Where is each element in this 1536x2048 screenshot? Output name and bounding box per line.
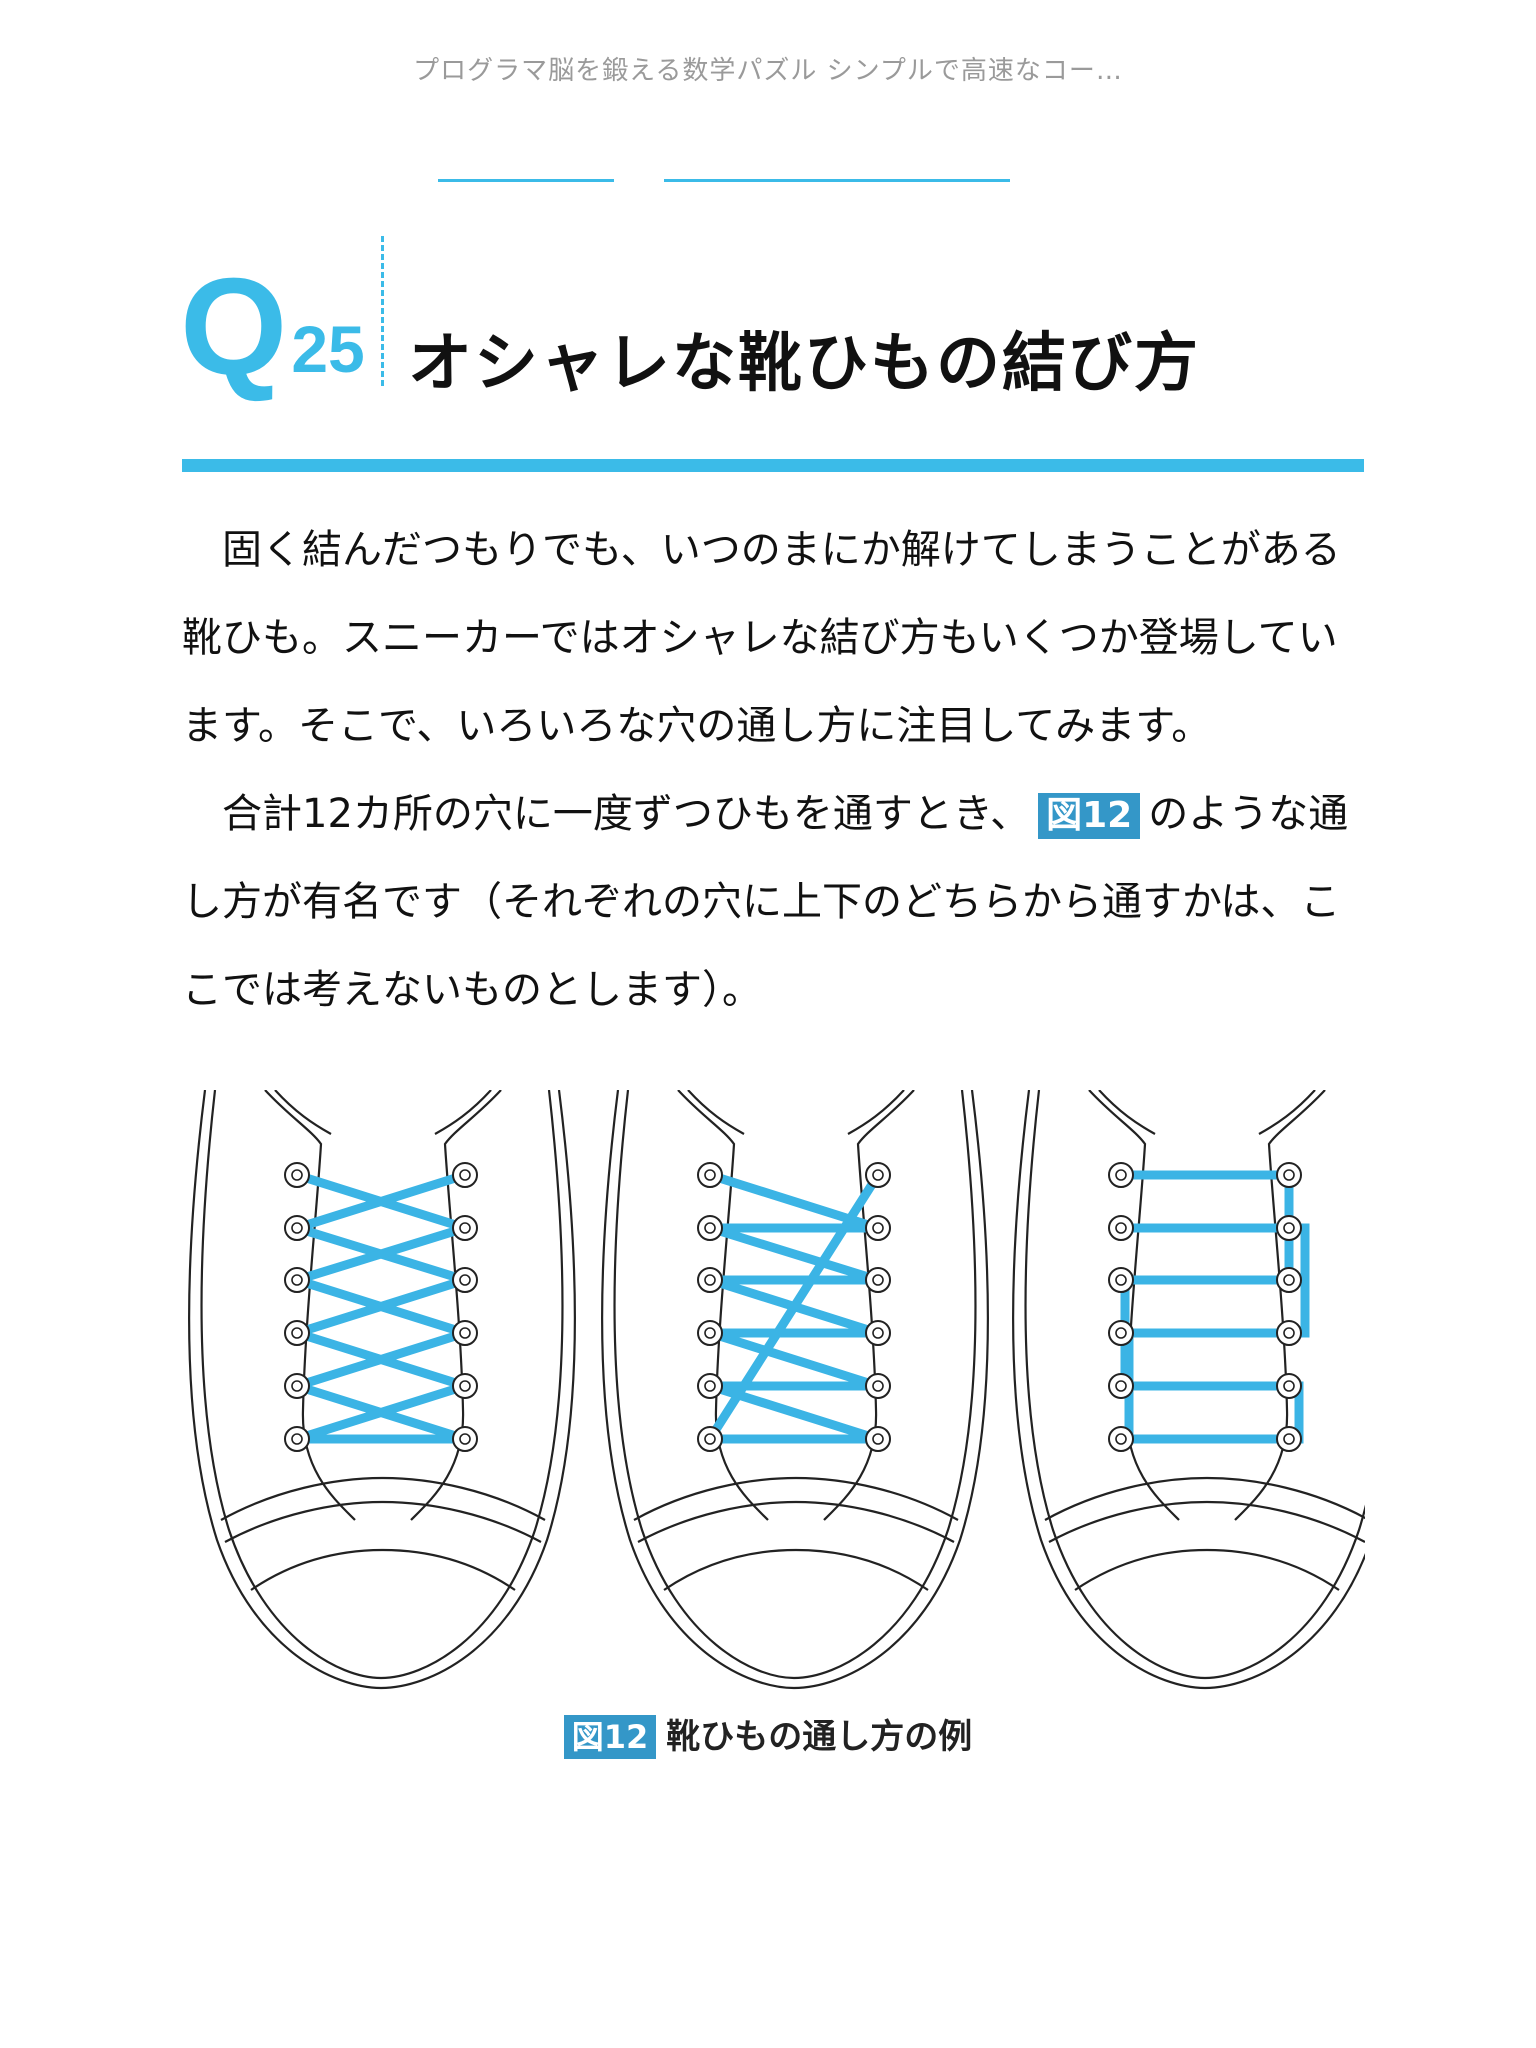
- eyelet-hole: [1115, 1433, 1127, 1445]
- shoe-collar-right: [1258, 1090, 1316, 1135]
- shoe-sole-inner: [200, 1090, 564, 1680]
- eyelet-hole: [1283, 1169, 1295, 1181]
- eyelet-hole: [291, 1274, 303, 1286]
- eyelet-hole: [872, 1222, 884, 1234]
- paragraph-1: 固く結んだつもりでも、いつのまにか解けてしまうことがある靴ひも。スニーカーではオ…: [182, 527, 1341, 749]
- eyelet-hole: [1283, 1380, 1295, 1392]
- shoe-vamp-line-2: [637, 1500, 955, 1543]
- shoe-right-quarter: [410, 1090, 502, 1521]
- paragraph-2: 合計12カ所の穴に一度ずつひもを通すとき、 図12 のような通し方が有名です（それぞ…: [182, 770, 1366, 1034]
- shoe-vamp-line: [1044, 1476, 1365, 1521]
- shoe-left-quarter: [677, 1090, 769, 1521]
- shoe-toe-cap: [1074, 1548, 1340, 1591]
- question-title: オシャレな靴ひもの結び方: [408, 327, 1200, 401]
- laces: [291, 1168, 1310, 1445]
- eyelet-hole: [1115, 1274, 1127, 1286]
- figure-tag: 図12: [563, 1715, 657, 1759]
- title-divider: [381, 236, 384, 386]
- figure-caption-text: 靴ひもの通し方の例: [666, 1717, 973, 1757]
- eyelet-hole: [291, 1169, 303, 1181]
- eyelet-hole: [291, 1433, 303, 1445]
- eyelet-hole: [872, 1433, 884, 1445]
- shoe-left-quarter: [1088, 1090, 1180, 1521]
- eyelet-hole: [704, 1327, 716, 1339]
- shoe-vamp-line-2: [224, 1500, 542, 1543]
- figure-ref-badge: 図12: [1038, 793, 1141, 839]
- shoelace-figure: [188, 1090, 1365, 1690]
- shoe-left-quarter: [264, 1090, 356, 1521]
- header-tab-line-1: [438, 179, 614, 182]
- shoe-collar-right: [434, 1090, 492, 1135]
- eyelet-hole: [459, 1222, 471, 1234]
- paragraph-2-start: 合計12カ所の穴に一度ずつひもを通すとき、: [222, 791, 1031, 837]
- lace-path: [701, 1168, 885, 1444]
- header-tab-line-2: [664, 179, 1010, 182]
- body-text: 固く結んだつもりでも、いつのまにか解けてしまうことがある靴ひも。スニーカーではオ…: [182, 506, 1366, 1034]
- eyelet-hole: [872, 1274, 884, 1286]
- eyelet-hole: [459, 1380, 471, 1392]
- eyelet-hole: [704, 1380, 716, 1392]
- question-letter: Q: [180, 250, 288, 404]
- eyelet-hole: [459, 1327, 471, 1339]
- shoe-toe-cap: [250, 1548, 516, 1591]
- eyelet-hole: [872, 1327, 884, 1339]
- eyelet-hole: [291, 1327, 303, 1339]
- eyelet-hole: [1115, 1169, 1127, 1181]
- shoe-right-quarter: [823, 1090, 915, 1521]
- eyelet-hole: [704, 1222, 716, 1234]
- eyelet-hole: [704, 1433, 716, 1445]
- eyelet-hole: [1283, 1274, 1295, 1286]
- eyelet-hole: [1115, 1222, 1127, 1234]
- shoe-sole-outline: [188, 1090, 576, 1690]
- eyelet-hole: [459, 1274, 471, 1286]
- question-number: Q 25: [180, 250, 365, 404]
- shoe-collar-right: [847, 1090, 905, 1135]
- question-num: 25: [291, 312, 365, 386]
- eyelet-hole: [1115, 1327, 1127, 1339]
- shoe-1: [188, 1090, 576, 1690]
- eyelet-hole: [291, 1380, 303, 1392]
- shoe-right-quarter: [1234, 1090, 1326, 1521]
- shoe-toe-cap: [663, 1548, 929, 1591]
- eyelet-hole: [291, 1222, 303, 1234]
- eyelet-hole: [459, 1433, 471, 1445]
- title-rule: [182, 459, 1364, 472]
- eyelet-hole: [459, 1169, 471, 1181]
- lace-path: [1116, 1275, 1304, 1444]
- shoe-collar-left: [274, 1090, 332, 1135]
- figure-caption: 図12 靴ひもの通し方の例: [0, 1709, 1536, 1759]
- book-title: プログラマ脳を鍛える数学パズル シンプルで高速なコー…: [413, 56, 1123, 86]
- eyelet-hole: [1283, 1222, 1295, 1234]
- shoe-vamp-line-2: [1048, 1500, 1365, 1543]
- eyelet-hole: [1115, 1380, 1127, 1392]
- eyelet-hole: [1283, 1433, 1295, 1445]
- eyelet-hole: [1283, 1327, 1295, 1339]
- shoe-collar-left: [1098, 1090, 1156, 1135]
- shoe-vamp-line: [220, 1476, 546, 1521]
- shoe-vamp-line: [633, 1476, 959, 1521]
- eyelet-hole: [872, 1169, 884, 1181]
- eyelet-hole: [704, 1274, 716, 1286]
- shoe-collar-left: [687, 1090, 745, 1135]
- eyelet-hole: [704, 1169, 716, 1181]
- eyelet-hole: [872, 1380, 884, 1392]
